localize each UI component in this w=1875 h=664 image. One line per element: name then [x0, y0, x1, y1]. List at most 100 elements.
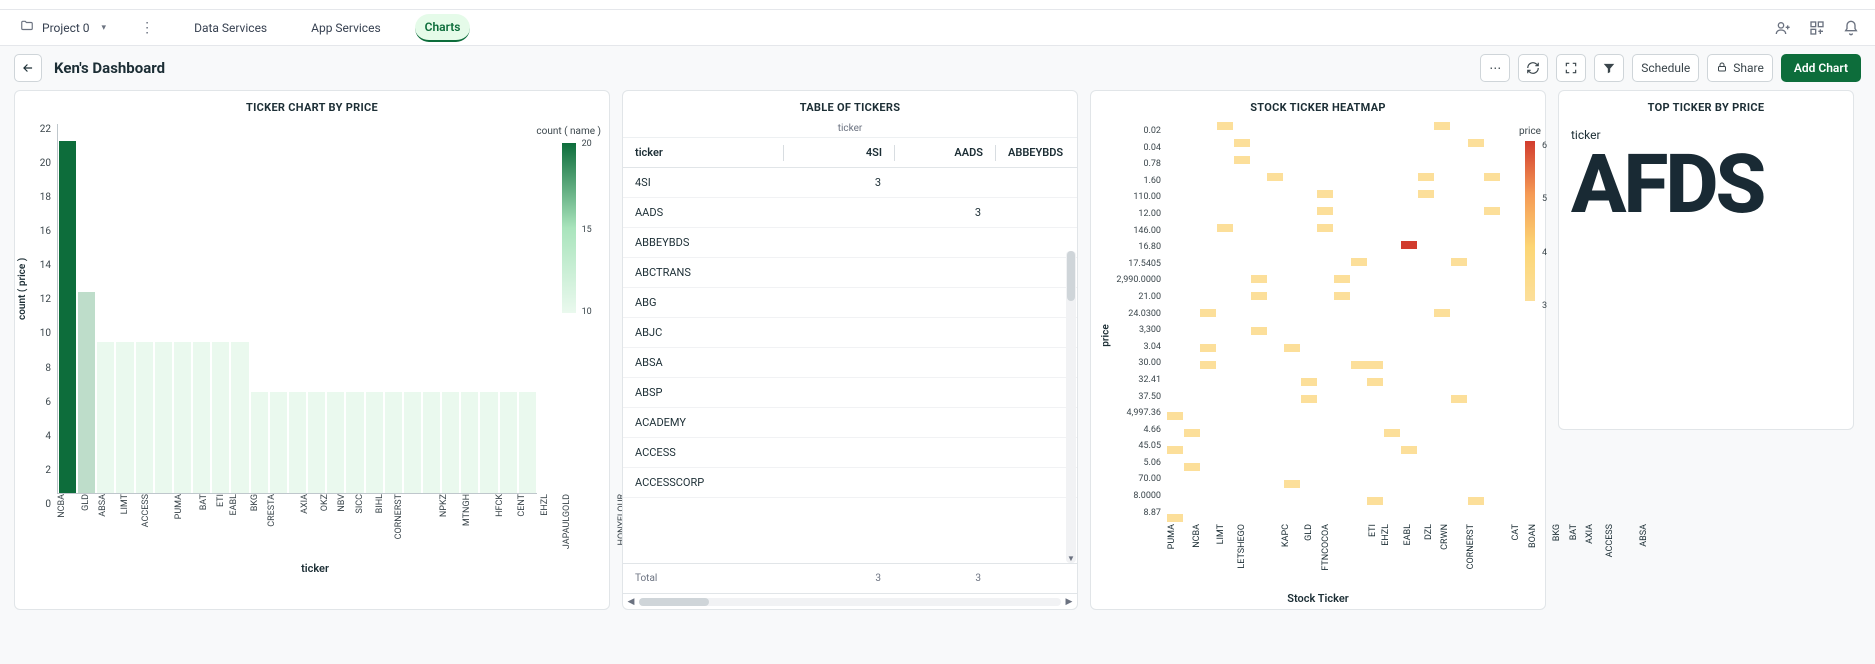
- heatmap-cell[interactable]: [1184, 463, 1200, 471]
- heatmap-cell[interactable]: [1384, 429, 1400, 437]
- heatmap-cell[interactable]: [1418, 173, 1434, 181]
- table-row[interactable]: ABBEYBDS: [623, 228, 1077, 258]
- heatmap-cell[interactable]: [1184, 429, 1200, 437]
- column-header[interactable]: ABBEYBDS: [996, 140, 1076, 165]
- bar[interactable]: [136, 342, 153, 493]
- table-row[interactable]: ABSA: [623, 348, 1077, 378]
- bar[interactable]: [327, 392, 344, 493]
- bar[interactable]: [193, 342, 210, 493]
- more-actions-button[interactable]: ⋯: [1480, 54, 1510, 82]
- heatmap-cell[interactable]: [1200, 309, 1216, 317]
- bar[interactable]: [212, 342, 229, 493]
- bar[interactable]: [289, 392, 306, 493]
- heatmap-cell[interactable]: [1234, 156, 1250, 164]
- bar[interactable]: [423, 392, 440, 493]
- bar[interactable]: [385, 392, 402, 493]
- scroll-down-icon[interactable]: ▼: [1066, 554, 1076, 563]
- heatmap-cell[interactable]: [1301, 395, 1317, 403]
- heatmap-cell[interactable]: [1301, 378, 1317, 386]
- bar[interactable]: [116, 342, 133, 493]
- bar[interactable]: [480, 392, 497, 493]
- heatmap-cell[interactable]: [1434, 309, 1450, 317]
- bar[interactable]: [461, 392, 478, 493]
- back-button[interactable]: [14, 54, 42, 82]
- table-row[interactable]: ACCESS: [623, 438, 1077, 468]
- heatmap-cell[interactable]: [1367, 378, 1383, 386]
- bar[interactable]: [519, 392, 536, 493]
- column-header[interactable]: 4SI: [784, 140, 894, 165]
- heatmap-cell[interactable]: [1468, 497, 1484, 505]
- bar-chart[interactable]: count ( price ) 2220181614121086420 NCBA…: [15, 120, 609, 609]
- nav-charts[interactable]: Charts: [415, 14, 471, 42]
- heatmap-cell[interactable]: [1200, 361, 1216, 369]
- heatmap-cell[interactable]: [1401, 241, 1417, 249]
- table-row[interactable]: ACADEMY: [623, 408, 1077, 438]
- heatmap-cell[interactable]: [1284, 344, 1300, 352]
- bar[interactable]: [366, 392, 383, 493]
- heatmap-cell[interactable]: [1167, 514, 1183, 522]
- bar[interactable]: [78, 292, 95, 493]
- heatmap-cell[interactable]: [1267, 173, 1283, 181]
- heatmap-cell[interactable]: [1200, 344, 1216, 352]
- scroll-right-icon[interactable]: ▶: [1061, 597, 1077, 607]
- schedule-button[interactable]: Schedule: [1632, 54, 1699, 82]
- bar[interactable]: [251, 392, 268, 493]
- column-header[interactable]: AADS: [895, 140, 995, 165]
- table-row[interactable]: ABJC: [623, 318, 1077, 348]
- scroll-left-icon[interactable]: ◀: [623, 597, 639, 607]
- heatmap-cell[interactable]: [1317, 190, 1333, 198]
- heatmap-cell[interactable]: [1251, 327, 1267, 335]
- bar[interactable]: [231, 342, 248, 493]
- heatmap-cell[interactable]: [1317, 224, 1333, 232]
- heatmap-cell[interactable]: [1334, 275, 1350, 283]
- bar[interactable]: [308, 392, 325, 493]
- heatmap-cell[interactable]: [1234, 139, 1250, 147]
- vertical-scrollbar[interactable]: ▼: [1066, 251, 1076, 563]
- heatmap-cell[interactable]: [1451, 258, 1467, 266]
- bar[interactable]: [346, 392, 363, 493]
- bar[interactable]: [59, 141, 76, 493]
- horizontal-scrollbar[interactable]: ◀ ▶: [623, 593, 1077, 609]
- metric-chart[interactable]: ticker AFDS: [1559, 120, 1853, 429]
- heatmap-cell[interactable]: [1251, 275, 1267, 283]
- project-menu-kebab[interactable]: ⋮: [134, 20, 160, 36]
- table-row[interactable]: 4SI3: [623, 168, 1077, 198]
- add-chart-button[interactable]: Add Chart: [1781, 54, 1861, 82]
- heatmap-cell[interactable]: [1284, 480, 1300, 488]
- heatmap-cell[interactable]: [1351, 361, 1367, 369]
- fullscreen-button[interactable]: [1556, 54, 1586, 82]
- bar[interactable]: [270, 392, 287, 493]
- heatmap-cell[interactable]: [1484, 173, 1500, 181]
- bar[interactable]: [155, 342, 172, 493]
- heatmap-chart[interactable]: price 0.020.040.781.60110.0012.00146.001…: [1091, 120, 1545, 609]
- bar[interactable]: [174, 342, 191, 493]
- heatmap-cell[interactable]: [1317, 207, 1333, 215]
- table-row[interactable]: ACCESSCORP: [623, 468, 1077, 498]
- heatmap-cell[interactable]: [1167, 446, 1183, 454]
- filter-button[interactable]: [1594, 54, 1624, 82]
- bar[interactable]: [97, 342, 114, 493]
- project-selector[interactable]: Project 0 ▾: [16, 19, 110, 36]
- heatmap-cell[interactable]: [1468, 139, 1484, 147]
- table-row[interactable]: ABG: [623, 288, 1077, 318]
- heatmap-cell[interactable]: [1367, 361, 1383, 369]
- table-row[interactable]: ABCTRANS: [623, 258, 1077, 288]
- heatmap-cell[interactable]: [1418, 190, 1434, 198]
- bell-icon[interactable]: [1843, 20, 1859, 36]
- refresh-button[interactable]: [1518, 54, 1548, 82]
- heatmap-cell[interactable]: [1334, 292, 1350, 300]
- data-table[interactable]: ticker ticker4SIAADSABBEYBDS 4SI3AADS3AB…: [623, 120, 1077, 609]
- share-button[interactable]: Share: [1707, 54, 1773, 82]
- heatmap-cell[interactable]: [1217, 122, 1233, 130]
- heatmap-cell[interactable]: [1167, 412, 1183, 420]
- bar[interactable]: [404, 392, 421, 493]
- scrollbar-thumb[interactable]: [1067, 251, 1075, 301]
- column-header[interactable]: ticker: [623, 140, 783, 165]
- heatmap-cell[interactable]: [1251, 292, 1267, 300]
- user-add-icon[interactable]: [1775, 20, 1791, 36]
- heatmap-cell[interactable]: [1401, 446, 1417, 454]
- heatmap-cell[interactable]: [1351, 258, 1367, 266]
- bar[interactable]: [500, 392, 517, 493]
- nav-data-services[interactable]: Data Services: [184, 15, 277, 41]
- heatmap-cell[interactable]: [1434, 122, 1450, 130]
